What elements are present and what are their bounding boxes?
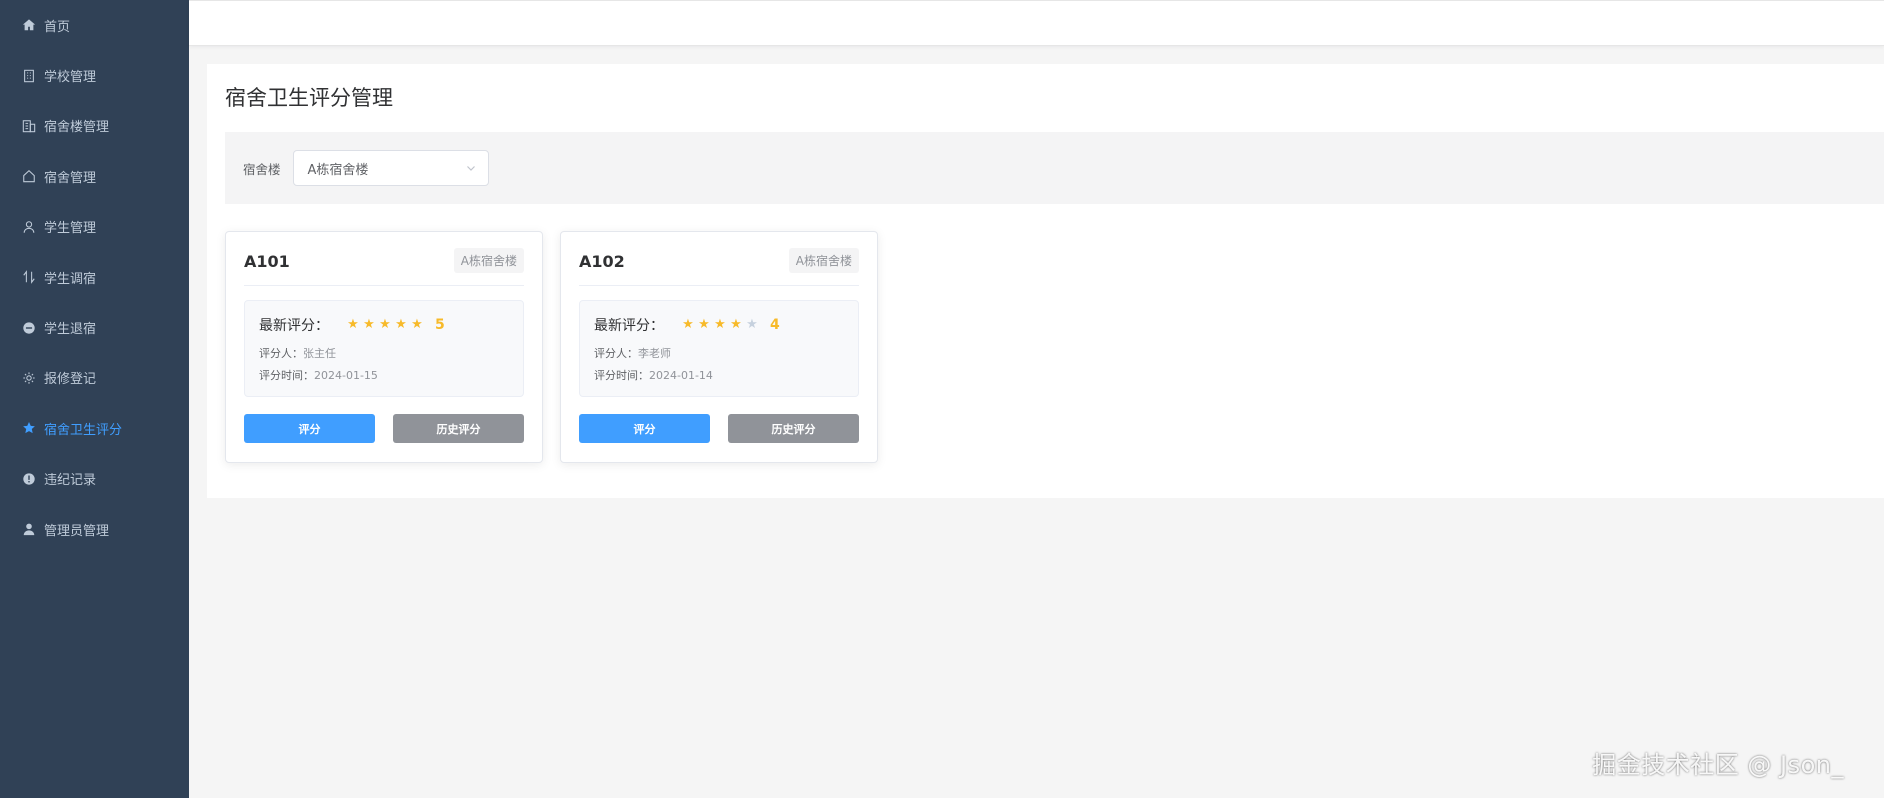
sidebar-item-checkout[interactable]: 学生退宿 bbox=[0, 302, 189, 352]
sidebar-item-admin[interactable]: 管理员管理 bbox=[0, 504, 189, 554]
building-tag: A栋宿舍楼 bbox=[788, 248, 859, 273]
sidebar-item-label: 学生退宿 bbox=[44, 322, 97, 338]
sidebar-item-home[interactable]: 首页 bbox=[0, 0, 189, 50]
sidebar-item-label: 宿舍管理 bbox=[44, 170, 97, 186]
score-time: 2024-01-15 bbox=[314, 369, 378, 382]
remove-icon bbox=[22, 321, 36, 335]
user-icon bbox=[22, 220, 36, 234]
sidebar-item-label: 违纪记录 bbox=[44, 473, 97, 489]
building-icon bbox=[22, 69, 36, 83]
room-card: A102 A栋宿舍楼 最新评分： ★ ★ ★ ★ ★ 4 评分人：李老师 评分时间：20… bbox=[560, 231, 878, 463]
rater-name: 李老师 bbox=[638, 347, 671, 360]
score-time: 2024-01-14 bbox=[649, 369, 713, 382]
sidebar-item-school[interactable]: 学校管理 bbox=[0, 50, 189, 100]
score-value: 4 bbox=[770, 317, 780, 333]
score-box: 最新评分： ★ ★ ★ ★ ★ 5 评分人：张主任 评分时间：2024-01-15 bbox=[244, 300, 524, 397]
sidebar-item-label: 学生管理 bbox=[44, 221, 97, 237]
rater-label: 评分人： bbox=[594, 347, 638, 360]
warning-icon bbox=[22, 472, 36, 486]
page-title: 宿舍卫生评分管理 bbox=[225, 86, 393, 110]
building-filter-label: 宿舍楼 bbox=[243, 161, 281, 177]
sidebar-item-label: 管理员管理 bbox=[44, 523, 110, 539]
sidebar-item-label: 首页 bbox=[44, 19, 71, 35]
watermark: 掘金技术社区 @ Json_ bbox=[1592, 751, 1844, 779]
sidebar: 首页 学校管理 宿舍楼管理 宿舍管理 学生管理 学生调宿 学生退宿 报修登记 宿… bbox=[0, 0, 189, 798]
home-icon bbox=[22, 18, 36, 32]
room-card: A101 A栋宿舍楼 最新评分： ★ ★ ★ ★ ★ 5 评分人：张主任 评分时间：20… bbox=[225, 231, 543, 463]
sidebar-item-label: 宿舍卫生评分 bbox=[44, 422, 123, 438]
setting-icon bbox=[22, 371, 36, 385]
star-icon bbox=[22, 421, 36, 435]
admin-user-icon bbox=[22, 522, 36, 536]
sidebar-item-discipline[interactable]: 违纪记录 bbox=[0, 454, 189, 504]
sidebar-item-dorm-building[interactable]: 宿舍楼管理 bbox=[0, 101, 189, 151]
sidebar-item-label: 宿舍楼管理 bbox=[44, 120, 110, 136]
rating-star-icon: ★ bbox=[730, 317, 742, 332]
chevron-down-icon bbox=[466, 166, 475, 171]
rating-star-icon: ★ bbox=[714, 317, 726, 332]
main-panel: 宿舍卫生评分管理 宿舍楼 A栋宿舍楼 A101 A栋宿舍楼 最新评分： ★ ★ ★ ★… bbox=[207, 64, 1884, 498]
switch-icon bbox=[22, 270, 36, 284]
sidebar-item-hygiene-score[interactable]: 宿舍卫生评分 bbox=[0, 403, 189, 453]
sidebar-item-label: 学校管理 bbox=[44, 70, 97, 86]
latest-score-label: 最新评分： bbox=[259, 318, 329, 334]
history-score-button[interactable]: 历史评分 bbox=[728, 414, 859, 443]
history-score-button[interactable]: 历史评分 bbox=[393, 414, 524, 443]
rating-star-icon: ★ bbox=[411, 317, 423, 332]
sidebar-item-label: 报修登记 bbox=[44, 372, 97, 388]
room-name: A101 bbox=[244, 252, 290, 271]
sidebar-item-label: 学生调宿 bbox=[44, 271, 97, 287]
top-header bbox=[189, 0, 1884, 46]
rating-star-icon: ★ bbox=[395, 317, 407, 332]
building-tag: A栋宿舍楼 bbox=[453, 248, 524, 273]
house-icon bbox=[22, 169, 36, 183]
card-header: A102 A栋宿舍楼 bbox=[579, 248, 859, 286]
rate-button[interactable]: 评分 bbox=[244, 414, 375, 443]
time-label: 评分时间： bbox=[594, 369, 649, 382]
card-header: A101 A栋宿舍楼 bbox=[244, 248, 524, 286]
building-select[interactable]: A栋宿舍楼 bbox=[292, 150, 489, 186]
time-label: 评分时间： bbox=[259, 369, 314, 382]
sidebar-item-transfer[interactable]: 学生调宿 bbox=[0, 252, 189, 302]
rating-star-icon: ★ bbox=[746, 317, 758, 332]
sidebar-item-student[interactable]: 学生管理 bbox=[0, 202, 189, 252]
score-value: 5 bbox=[435, 317, 445, 333]
building-select-value: A栋宿舍楼 bbox=[307, 162, 369, 178]
rating-star-icon: ★ bbox=[379, 317, 391, 332]
office-building-icon bbox=[22, 119, 36, 133]
rating-star-icon: ★ bbox=[347, 317, 359, 332]
rater-name: 张主任 bbox=[303, 347, 336, 360]
star-rating: ★ ★ ★ ★ ★ bbox=[345, 317, 425, 333]
room-name: A102 bbox=[579, 252, 625, 271]
rate-button[interactable]: 评分 bbox=[579, 414, 710, 443]
rater-label: 评分人： bbox=[259, 347, 303, 360]
latest-score-label: 最新评分： bbox=[594, 318, 664, 334]
sidebar-item-dorm[interactable]: 宿舍管理 bbox=[0, 151, 189, 201]
rating-star-icon: ★ bbox=[682, 317, 694, 332]
score-box: 最新评分： ★ ★ ★ ★ ★ 4 评分人：李老师 评分时间：2024-01-14 bbox=[579, 300, 859, 397]
filter-bar: 宿舍楼 A栋宿舍楼 bbox=[225, 132, 1884, 204]
sidebar-item-repair[interactable]: 报修登记 bbox=[0, 353, 189, 403]
star-rating: ★ ★ ★ ★ ★ bbox=[680, 317, 760, 333]
rating-star-icon: ★ bbox=[698, 317, 710, 332]
rating-star-icon: ★ bbox=[363, 317, 375, 332]
